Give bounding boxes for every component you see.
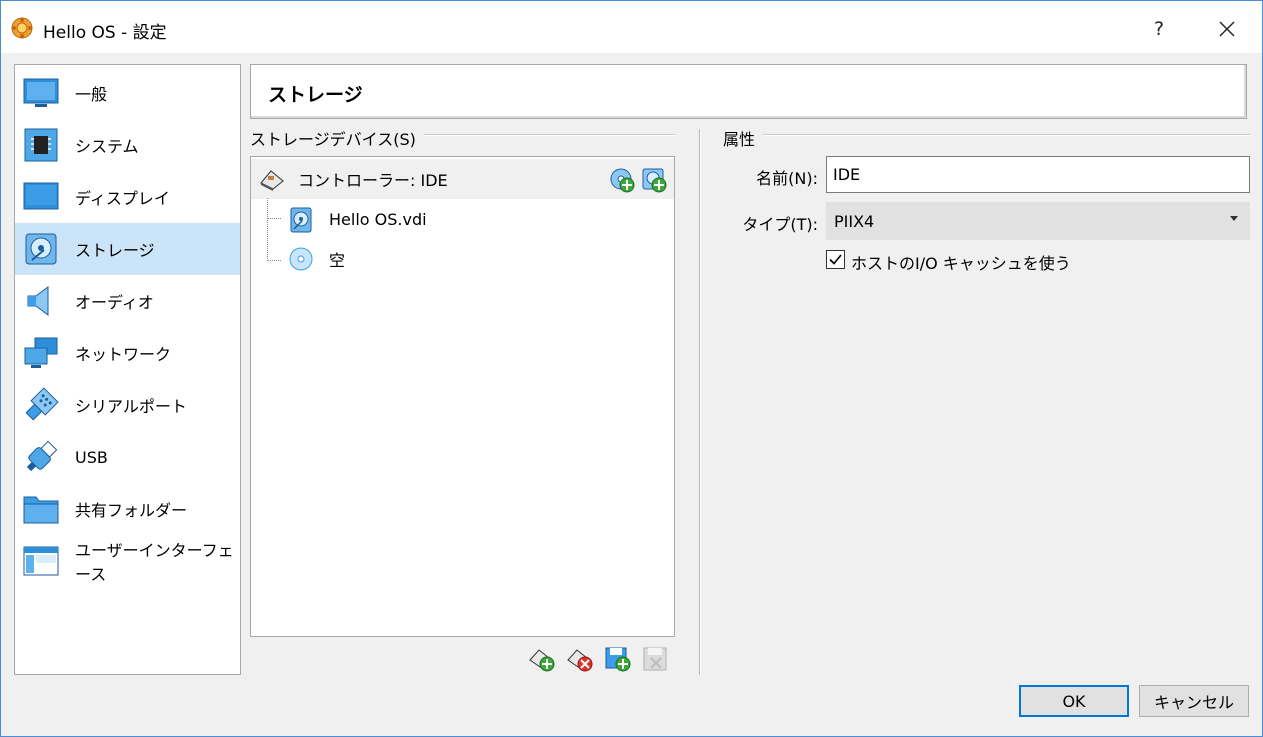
checkmark-icon (829, 254, 842, 265)
cancel-button[interactable]: キャンセル (1139, 685, 1249, 717)
storage-icon (21, 229, 61, 269)
add-hard-disk-button[interactable] (641, 167, 667, 197)
storage-devices-group-title: ストレージデバイス(S) (250, 126, 424, 150)
window-title: Hello OS - 設定 (43, 23, 167, 43)
usb-icon (21, 437, 61, 477)
sidebar-item-usb[interactable]: USB (15, 431, 240, 483)
add-optical-drive-button[interactable] (609, 167, 635, 197)
display-icon (21, 177, 61, 217)
sidebar-item-label: USB (75, 447, 108, 467)
sidebar-item-audio[interactable]: オーディオ (15, 275, 240, 327)
type-select[interactable]: PIIX4 (826, 202, 1250, 240)
help-button[interactable]: ? (1139, 11, 1179, 47)
sidebar-item-label: 共有フォルダー (75, 501, 188, 520)
sidebar-item-label: ネットワーク (75, 345, 172, 364)
tree-connector (267, 198, 268, 261)
tree-item-disk[interactable]: Hello OS.vdi (251, 199, 674, 239)
optical-disc-icon (289, 247, 313, 275)
tree-item-optical[interactable]: 空 (251, 239, 674, 279)
add-attachment-icon (605, 647, 631, 672)
type-label: タイプ(T): (742, 215, 818, 234)
host-io-cache-label[interactable]: ホストのI/O キャッシュを使う (851, 250, 1071, 274)
ide-controller-icon (259, 167, 285, 195)
close-icon (1219, 21, 1235, 37)
page-title: ストレージ (268, 84, 363, 106)
sidebar-item-network[interactable]: ネットワーク (15, 327, 240, 379)
host-io-cache-checkbox[interactable] (826, 250, 845, 269)
remove-controller-icon (567, 649, 593, 672)
add-controller-button[interactable] (529, 646, 555, 672)
chip-icon (21, 125, 61, 165)
tree-connector (267, 218, 281, 219)
chevron-down-icon (1230, 216, 1238, 221)
title-bar: Hello OS - 設定 ? (1, 1, 1262, 53)
ui-window-icon (21, 541, 61, 581)
tree-item-label: Hello OS.vdi (329, 209, 427, 229)
sidebar-item-label: システム (75, 137, 139, 156)
add-controller-icon (529, 649, 555, 672)
speaker-icon (21, 281, 61, 321)
sidebar-item-label: ストレージ (75, 241, 155, 260)
type-select-value: PIIX4 (834, 211, 875, 231)
monitor-icon (21, 73, 61, 113)
help-icon: ? (1153, 18, 1165, 40)
remove-controller-button[interactable] (567, 646, 593, 672)
folder-icon (21, 489, 61, 529)
page-header: ストレージ (250, 64, 1247, 119)
sidebar-item-label: シリアルポート (75, 397, 187, 416)
hard-disk-icon (289, 207, 313, 237)
sidebar-item-serial-port[interactable]: シリアルポート (15, 379, 240, 431)
sidebar-item-system[interactable]: システム (15, 119, 240, 171)
network-icon (21, 333, 61, 373)
sidebar-item-label: オーディオ (75, 293, 154, 312)
name-field[interactable] (826, 156, 1250, 193)
settings-window: Hello OS - 設定 ? 一般 システム ディスプレイ ストレージ オーデ… (0, 0, 1263, 737)
close-button[interactable] (1205, 11, 1249, 47)
virtualbox-logo-icon (11, 17, 33, 39)
name-label: 名前(N): (756, 169, 818, 188)
sidebar-item-label: ディスプレイ (75, 189, 170, 208)
controller-label: コントローラー: IDE (298, 171, 448, 190)
attributes-group-title: 属性 (723, 126, 764, 150)
sidebar-item-shared-folders[interactable]: 共有フォルダー (15, 483, 240, 535)
sidebar-item-label: ユーザーインターフェース (75, 541, 234, 584)
remove-attachment-icon (643, 647, 667, 671)
sidebar-item-display[interactable]: ディスプレイ (15, 171, 240, 223)
settings-sidebar: 一般 システム ディスプレイ ストレージ オーディオ ネットワーク シリアルポー… (14, 64, 241, 675)
tree-connector (267, 260, 281, 261)
remove-attachment-button[interactable] (643, 646, 669, 672)
sidebar-item-general[interactable]: 一般 (15, 67, 240, 119)
serial-port-icon (21, 385, 61, 425)
attributes-group-divider (723, 134, 1250, 136)
tree-item-label: 空 (329, 251, 346, 270)
tree-controller-ide[interactable]: コントローラー: IDE (251, 159, 674, 199)
sidebar-item-storage[interactable]: ストレージ (15, 223, 240, 275)
ok-button[interactable]: OK (1019, 685, 1129, 717)
storage-tree[interactable]: コントローラー: IDE Hello OS.vdi 空 (250, 156, 675, 637)
sidebar-item-user-interface[interactable]: ユーザーインターフェース (15, 535, 240, 587)
sidebar-item-label: 一般 (75, 85, 108, 104)
add-attachment-button[interactable] (605, 646, 631, 672)
